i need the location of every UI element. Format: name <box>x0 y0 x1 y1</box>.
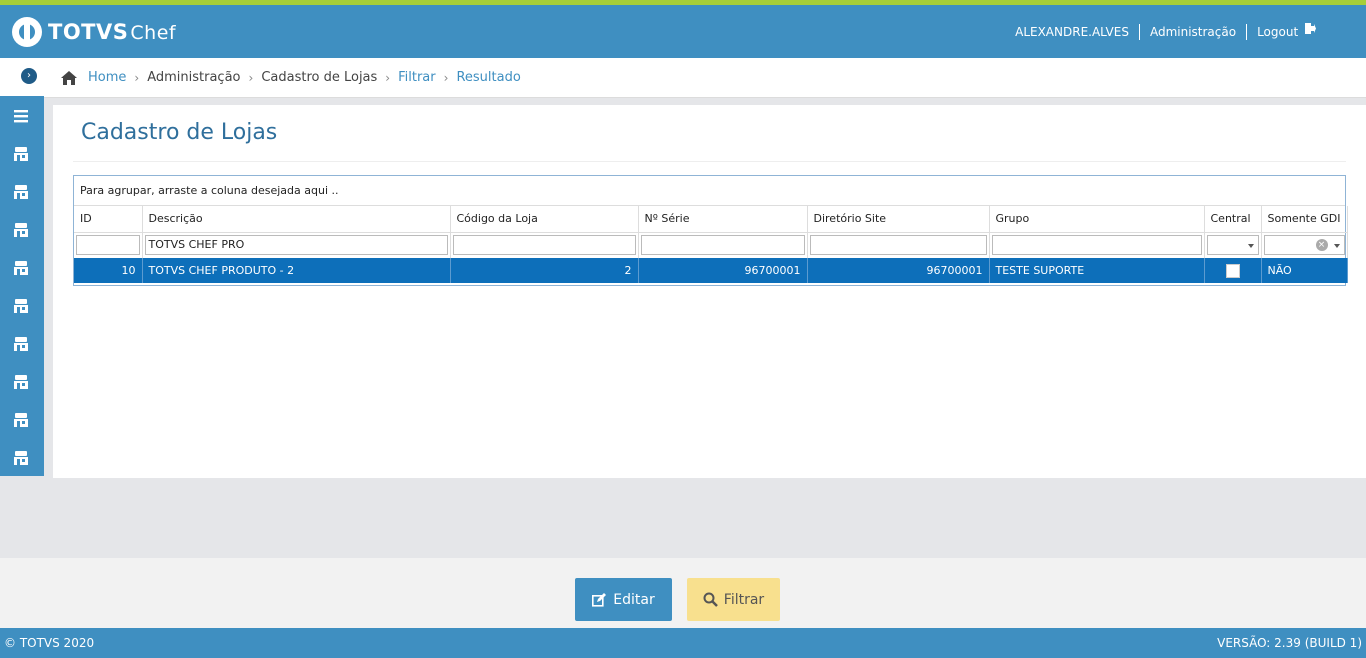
filter-serie-input[interactable] <box>640 235 805 256</box>
breadcrumb-separator: › <box>248 70 254 85</box>
column-header-codigo-loja[interactable]: Código da Loja <box>450 206 639 233</box>
home-icon[interactable] <box>60 70 78 86</box>
store-icon[interactable] <box>12 183 30 201</box>
cell-grupo: TESTE SUPORTE <box>989 258 1205 283</box>
store-icon[interactable] <box>12 145 30 163</box>
cell-somente-gdi: NÃO <box>1261 258 1348 283</box>
cell-diretorio: 96700001 <box>807 258 990 283</box>
filter-id-input[interactable] <box>76 235 140 256</box>
action-bar: Editar Filtrar <box>0 558 1366 628</box>
version-text: VERSÃO: 2.39 (BUILD 1) <box>1217 636 1362 650</box>
chevron-down-icon <box>1333 244 1340 249</box>
store-icon[interactable] <box>12 259 30 277</box>
status-bar: © TOTVS 2020 VERSÃO: 2.39 (BUILD 1) <box>0 628 1366 658</box>
sidebar-toggle-button[interactable]: › <box>0 58 44 96</box>
search-icon <box>703 592 718 607</box>
column-header-somente-gdi[interactable]: Somente GDI <box>1261 206 1348 233</box>
column-header-serie[interactable]: Nº Série <box>638 206 808 233</box>
filter-somente-gdi-select[interactable]: × <box>1263 235 1345 256</box>
filter-button[interactable]: Filtrar <box>687 578 780 621</box>
sidebar: › <box>0 58 44 476</box>
store-icon[interactable] <box>12 297 30 315</box>
breadcrumb-home[interactable]: Home <box>88 70 126 85</box>
column-header-id[interactable]: ID <box>74 206 143 233</box>
user-nav: ALEXANDRE.ALVES Administração Logout <box>1015 23 1316 40</box>
column-header-central[interactable]: Central <box>1204 206 1262 233</box>
main-content: Cadastro de Lojas Para agrupar, arraste … <box>53 105 1366 478</box>
filter-codigo-input[interactable] <box>452 235 636 256</box>
stores-table: ID Descrição Código da Loja Nº Série Dir… <box>74 206 1348 283</box>
edit-button-label: Editar <box>613 591 655 608</box>
brand-name: TOTVS Chef <box>48 20 177 44</box>
column-header-descricao[interactable]: Descrição <box>142 206 451 233</box>
breadcrumb-resultado[interactable]: Resultado <box>456 70 520 85</box>
admin-link[interactable]: Administração <box>1150 25 1236 39</box>
app-header: TOTVS Chef ALEXANDRE.ALVES Administração … <box>0 5 1366 58</box>
breadcrumb: Home › Administração › Cadastro de Lojas… <box>44 58 1366 98</box>
chevron-down-icon <box>1247 244 1254 249</box>
totvs-logo-icon <box>12 17 42 47</box>
stores-grid: Para agrupar, arraste a coluna desejada … <box>73 175 1348 286</box>
group-by-panel[interactable]: Para agrupar, arraste a coluna desejada … <box>74 176 1345 206</box>
filter-grupo-input[interactable] <box>991 235 1202 256</box>
chevron-right-icon: › <box>21 68 37 84</box>
store-icon[interactable] <box>12 221 30 239</box>
filter-descricao-input[interactable]: TOTVS CHEF PRO <box>144 235 448 256</box>
app-logo[interactable]: TOTVS Chef <box>12 17 176 47</box>
cell-codigo: 2 <box>450 258 639 283</box>
breadcrumb-separator: › <box>385 70 391 85</box>
breadcrumb-separator: › <box>134 70 140 85</box>
clear-icon[interactable]: × <box>1315 239 1328 252</box>
breadcrumb-separator: › <box>443 70 449 85</box>
table-row[interactable]: 10 TOTVS CHEF PRODUTO - 2 2 96700001 967… <box>74 258 1348 283</box>
cell-serie: 96700001 <box>638 258 808 283</box>
nav-divider <box>1138 24 1140 40</box>
filter-button-label: Filtrar <box>723 591 765 608</box>
cell-descricao: TOTVS CHEF PRODUTO - 2 <box>142 258 451 283</box>
cell-id: 10 <box>74 258 143 283</box>
store-icon[interactable] <box>12 373 30 391</box>
logout-link[interactable]: Logout <box>1257 23 1316 39</box>
column-header-grupo[interactable]: Grupo <box>989 206 1205 233</box>
edit-icon <box>592 592 607 607</box>
page-title: Cadastro de Lojas <box>81 120 278 145</box>
cell-central <box>1204 258 1262 283</box>
store-icon[interactable] <box>12 411 30 429</box>
store-icon[interactable] <box>12 335 30 353</box>
breadcrumb-cadastro-lojas: Cadastro de Lojas <box>261 70 378 85</box>
central-checkbox[interactable] <box>1225 263 1240 278</box>
hamburger-menu-icon[interactable] <box>12 107 30 125</box>
logout-label: Logout <box>1257 25 1299 39</box>
filter-diretorio-input[interactable] <box>809 235 987 256</box>
logout-icon <box>1305 23 1316 34</box>
header-row: ID Descrição Código da Loja Nº Série Dir… <box>74 206 1348 233</box>
title-divider <box>73 161 1346 162</box>
breadcrumb-administracao: Administração <box>147 70 241 85</box>
edit-button[interactable]: Editar <box>575 578 672 621</box>
filter-row: TOTVS CHEF PRO × <box>74 232 1348 258</box>
filter-central-select[interactable] <box>1206 235 1259 256</box>
store-icon[interactable] <box>12 449 30 467</box>
breadcrumb-filtrar[interactable]: Filtrar <box>398 70 436 85</box>
username-link[interactable]: ALEXANDRE.ALVES <box>1015 25 1129 39</box>
nav-divider <box>1246 24 1248 40</box>
copyright-text: © TOTVS 2020 <box>4 636 95 650</box>
column-header-diretorio-site[interactable]: Diretório Site <box>807 206 990 233</box>
